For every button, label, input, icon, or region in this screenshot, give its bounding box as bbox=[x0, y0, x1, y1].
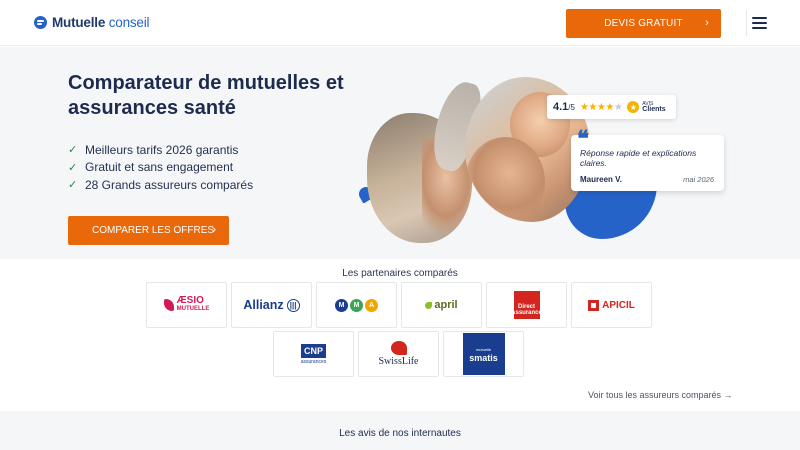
compare-offers-button[interactable]: COMPARER LES OFFRES › bbox=[68, 216, 229, 245]
benefit-item: ✓ 28 Grands assureurs comparés bbox=[68, 177, 254, 192]
apicil-logo-icon bbox=[588, 299, 600, 311]
allianz-logo-icon: ||| bbox=[286, 298, 300, 312]
logo-icon bbox=[34, 16, 47, 29]
review-card: ❝ Réponse rapide et explications claires… bbox=[571, 128, 724, 191]
partners-title: Les partenaires comparés bbox=[342, 268, 458, 279]
partner-logo-cnp[interactable]: CNP assurances bbox=[273, 331, 354, 377]
april-logo-icon bbox=[425, 301, 433, 309]
quote-icon: ❝ bbox=[577, 126, 589, 152]
partner-logo-swisslife[interactable]: SwissLife bbox=[358, 331, 439, 377]
partner-logo-aesio[interactable]: ÆSIO MUTUELLE bbox=[146, 282, 227, 328]
review-date: mai 2026 bbox=[683, 175, 714, 184]
hamburger-icon[interactable] bbox=[752, 17, 767, 29]
logo-text: Mutuelle conseil bbox=[52, 15, 150, 30]
partner-logo-april[interactable]: april bbox=[401, 282, 482, 328]
compare-offers-label: COMPARER LES OFFRES bbox=[92, 225, 215, 236]
benefits-list: ✓ Meilleurs tarifs 2026 garantis ✓ Gratuit… bbox=[68, 141, 253, 194]
swisslife-logo-icon bbox=[390, 341, 407, 355]
site-header: Mutuelle conseil DEVIS GRATUIT › bbox=[0, 0, 800, 46]
see-all-insurers-link[interactable]: Voir tous les assureurs comparés → bbox=[588, 390, 733, 400]
check-icon: ✓ bbox=[68, 161, 78, 174]
partner-logo-apicil[interactable]: APICIL bbox=[571, 282, 652, 328]
avis-clients-icon: ★ bbox=[627, 101, 640, 113]
review-author: Maureen V. bbox=[580, 175, 622, 184]
rating-score: 4.1/5 bbox=[553, 101, 575, 113]
site-logo[interactable]: Mutuelle conseil bbox=[34, 15, 150, 30]
check-icon: ✓ bbox=[68, 179, 78, 192]
partner-logo-mma[interactable]: M M A bbox=[316, 282, 397, 328]
aesio-logo-icon bbox=[163, 299, 174, 311]
review-text: Réponse rapide et explications claires. bbox=[580, 148, 697, 168]
devis-gratuit-button[interactable]: DEVIS GRATUIT › bbox=[566, 9, 721, 38]
chevron-right-icon: › bbox=[705, 17, 709, 29]
star-rating-icon: ★★★★★ bbox=[579, 101, 623, 113]
avis-clients-label: AVIS Clients bbox=[642, 101, 666, 113]
partner-logo-allianz[interactable]: Allianz ||| bbox=[231, 282, 312, 328]
header-divider bbox=[746, 10, 747, 36]
check-icon: ✓ bbox=[68, 144, 78, 157]
chevron-right-icon: › bbox=[212, 224, 216, 236]
benefit-item: ✓ Gratuit et sans engagement bbox=[68, 160, 234, 175]
reviews-section-title: Les avis de nos internautes bbox=[339, 428, 461, 439]
page-title: Comparateur de mutuelles et assurances s… bbox=[68, 72, 344, 119]
rating-widget: 4.1/5 ★★★★★ ★ AVIS Clients bbox=[547, 95, 676, 119]
devis-gratuit-label: DEVIS GRATUIT bbox=[604, 18, 683, 29]
partner-logo-smatis[interactable]: mutuelle smatis bbox=[443, 331, 524, 377]
partner-logo-direct-assurance[interactable]: Direct Assurance bbox=[486, 282, 567, 328]
benefit-item: ✓ Meilleurs tarifs 2026 garantis bbox=[68, 142, 239, 157]
